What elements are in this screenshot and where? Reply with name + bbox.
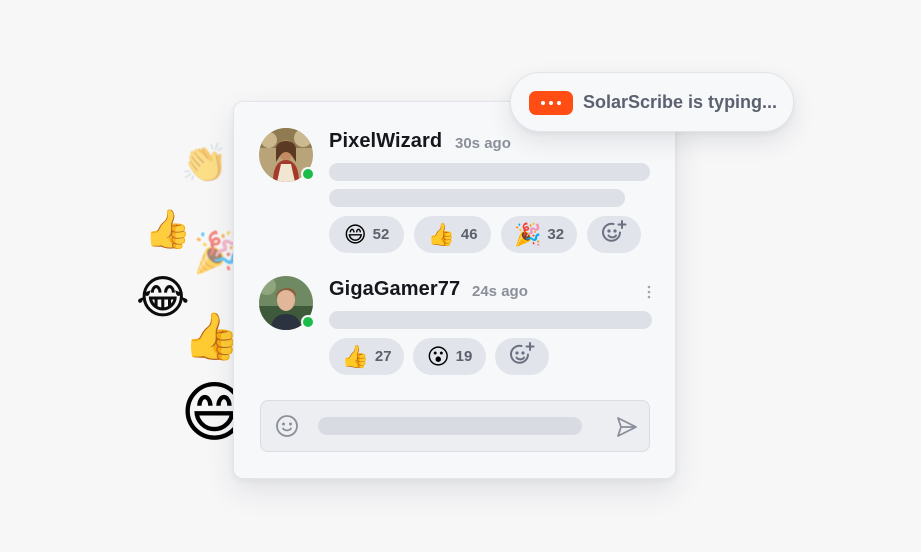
avatar-gigagamer77[interactable]: [259, 276, 315, 330]
reaction-emoji: 👍: [341, 343, 369, 369]
reaction-chip[interactable]: 🎉 32: [501, 216, 577, 253]
smiley-icon[interactable]: [275, 414, 299, 443]
reaction-count: 46: [460, 226, 478, 243]
add-reaction-button[interactable]: [587, 216, 641, 253]
typing-dots-icon: [529, 91, 573, 115]
clapping-hands-emoji: 👏: [181, 141, 229, 185]
online-indicator: [301, 167, 315, 181]
reaction-count: 52: [372, 226, 390, 243]
reaction-count: 27: [374, 348, 392, 365]
reaction-chip[interactable]: 😄 52: [329, 216, 404, 253]
reaction-emoji: 🎉: [513, 221, 542, 247]
typing-text: SolarScribe is typing...: [583, 92, 778, 112]
typing-indicator: SolarScribe is typing...: [510, 72, 794, 132]
message-author[interactable]: PixelWizard: [329, 130, 442, 153]
reaction-count: 19: [455, 348, 473, 365]
add-reaction-button[interactable]: [495, 338, 549, 375]
avatar-pixelwizard[interactable]: [259, 128, 315, 182]
reaction-emoji: 👍: [427, 221, 455, 247]
reaction-emoji: 😄: [343, 221, 367, 247]
reaction-chip[interactable]: 👍 46: [414, 216, 491, 253]
more-options-icon[interactable]: [646, 284, 652, 300]
message-timestamp: 30s ago: [455, 135, 511, 152]
message-composer[interactable]: [260, 400, 650, 452]
message-timestamp: 24s ago: [472, 283, 528, 300]
message-text-placeholder: [329, 163, 650, 181]
smiley-plus-icon: [508, 340, 536, 373]
reaction-chip[interactable]: 😮 19: [413, 338, 486, 375]
laughing-tears-emoji: 😂: [136, 270, 190, 324]
thumbs-up-emoji-large: 👍: [183, 309, 241, 363]
stage: 👏 👍 🎉 😂 👍 😄 PixelWizard 30s ago 😄 52 👍 4…: [0, 0, 921, 552]
thumbs-up-emoji: 👍: [144, 207, 192, 251]
online-indicator: [301, 315, 315, 329]
message-input[interactable]: [318, 417, 582, 435]
reaction-chip[interactable]: 👍 27: [329, 338, 404, 375]
smiley-plus-icon: [600, 218, 628, 251]
reaction-count: 32: [547, 226, 565, 243]
message-text-placeholder: [329, 311, 652, 329]
chat-card: PixelWizard 30s ago 😄 52 👍 46 🎉 32 GigaG…: [233, 101, 676, 479]
message-text-placeholder: [329, 189, 625, 207]
message-author[interactable]: GigaGamer77: [329, 278, 460, 301]
paper-plane-icon[interactable]: [615, 415, 639, 444]
reaction-emoji: 😮: [426, 343, 450, 369]
